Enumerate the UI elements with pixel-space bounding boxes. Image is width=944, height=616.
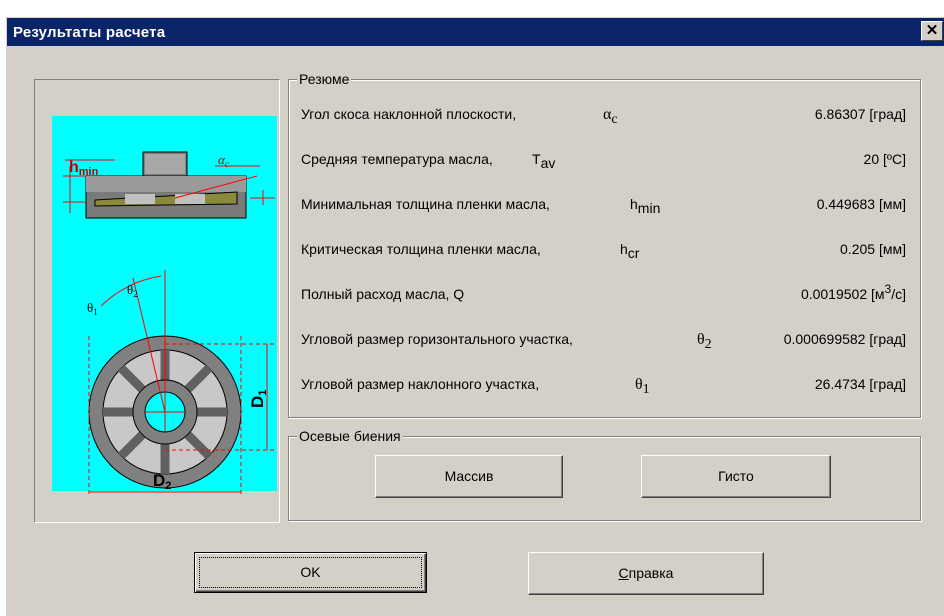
result-symbol: hmin [630,196,661,216]
label-d1: D [248,396,267,408]
histogram-button[interactable]: Гисто [641,455,831,498]
result-row: Угловой размер наклонного участка, θ1 26… [301,376,906,398]
label-d2: D [153,471,165,490]
result-label: Угловой размер наклонного участка, [301,376,540,392]
label-hmin: h [69,159,79,176]
result-label: Минимальная толщина пленки масла, [301,196,550,212]
result-row: Угловой размер горизонтального участка, … [301,331,906,353]
result-value: 0.449683 [мм] [816,196,906,212]
result-label: Полный расход масла, Q [301,286,465,302]
result-row: Полный расход масла, Q 0.0019502 [м3/с] [301,282,906,308]
summary-group: Резюме Угол скоса наклонной плоскости, α… [288,71,921,418]
result-value: 26.4734 [град] [814,376,906,392]
results-dialog: Результаты расчета ✕ hmin αc θ1 θ2 D1 D2… [6,17,944,616]
result-symbol: θ1 [635,376,650,397]
focus-rect [199,557,422,588]
result-value: 0.205 [мм] [840,241,906,257]
bearing-diagram: hmin αc θ1 θ2 D1 D2 [52,116,277,495]
result-row: Средняя температура масла, Tav 20 [ºC] [301,151,906,173]
result-label: Угловой размер горизонтального участка, [301,331,573,347]
result-label: Средняя температура масла, [301,151,493,167]
array-button[interactable]: Массив [375,455,563,498]
summary-group-title: Резюме [297,71,352,87]
result-value: 0.0019502 [м3/с] [800,282,906,302]
result-row: Угол скоса наклонной плоскости, αc 6.863… [301,106,906,128]
result-symbol: αc [603,106,618,127]
axial-runout-group: Осевые биения Массив Гисто [288,428,921,521]
result-label: Угол скоса наклонной плоскости, [301,106,517,122]
result-row: Минимальная толщина пленки масла, hmin 0… [301,196,906,218]
title-bar[interactable]: Результаты расчета ✕ [7,18,944,46]
result-value: 6.86307 [град] [814,106,906,122]
result-value: 20 [ºC] [863,151,906,167]
result-symbol: θ2 [697,331,712,352]
result-value: 0.000699582 [град] [783,331,906,347]
result-row: Критическая толщина пленки масла, hcr 0.… [301,241,906,263]
axial-runout-group-title: Осевые биения [297,428,403,444]
close-icon[interactable]: ✕ [921,21,943,41]
ok-button[interactable]: OK [194,552,427,593]
result-label: Критическая толщина пленки масла, [301,241,541,257]
result-symbol: hcr [620,241,640,261]
help-button[interactable]: Справка [528,552,764,595]
result-symbol: Tav [532,151,556,171]
window-title: Результаты расчета [13,24,166,41]
diagram-panel: hmin αc θ1 θ2 D1 D2 [34,79,280,523]
